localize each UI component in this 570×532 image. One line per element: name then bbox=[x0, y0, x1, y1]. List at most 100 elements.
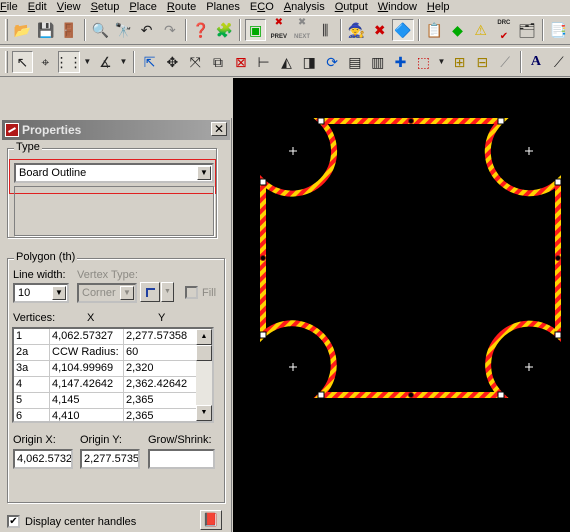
grid-dropdown-icon[interactable]: ▼ bbox=[82, 51, 93, 73]
scroll-up-icon[interactable]: ▲ bbox=[196, 329, 212, 345]
board-outline-svg[interactable] bbox=[233, 78, 570, 532]
vertex-x-cell[interactable]: 4,062.57327 bbox=[50, 329, 124, 344]
menu-item-analysis[interactable]: Analysis bbox=[284, 0, 325, 13]
exit-icon[interactable]: 🚪 bbox=[58, 19, 79, 41]
chevron-down-icon[interactable]: ▼ bbox=[52, 286, 66, 300]
fill-checkbox[interactable] bbox=[185, 286, 198, 299]
scroll-down-icon[interactable]: ▼ bbox=[196, 405, 212, 421]
save-icon[interactable]: 💾 bbox=[35, 19, 56, 41]
angle-dropdown-icon[interactable]: ▼ bbox=[118, 51, 129, 73]
midpoint-handles[interactable] bbox=[260, 118, 561, 398]
menu-item-help[interactable]: Help bbox=[427, 0, 450, 13]
copy-icon[interactable]: 📑 bbox=[548, 19, 569, 41]
type-select[interactable]: Board Outline ▼ bbox=[14, 163, 214, 183]
menu-item-file[interactable]: File bbox=[0, 0, 18, 13]
layer-display-icon[interactable]: ▣ bbox=[244, 19, 267, 41]
stretch-icon[interactable]: ⤧ bbox=[185, 51, 206, 73]
crossing-icon[interactable]: ✖ bbox=[369, 19, 390, 41]
toolbar-grip[interactable] bbox=[5, 51, 8, 73]
zoom-box-icon[interactable]: ⬚ bbox=[413, 51, 434, 73]
vertex-y-cell[interactable]: 2,277.57358 bbox=[124, 329, 198, 344]
vertex-y-cell[interactable]: 2,365 bbox=[124, 409, 198, 421]
undo-icon[interactable]: ↶ bbox=[136, 19, 157, 41]
select-vertex-icon[interactable]: ⌖ bbox=[35, 51, 56, 73]
menu-item-route[interactable]: Route bbox=[167, 0, 196, 13]
group-icon[interactable]: ⧉ bbox=[208, 51, 229, 73]
vertex-id-cell[interactable]: 3a bbox=[14, 361, 50, 376]
table-row[interactable]: 6 4,410 2,365 bbox=[14, 409, 212, 421]
table-row[interactable]: 5 4,145 2,365 bbox=[14, 393, 212, 409]
fanout-icon[interactable]: ⫼ bbox=[315, 19, 336, 41]
open-folder-icon[interactable]: 📂 bbox=[12, 19, 33, 41]
vertex-id-cell[interactable]: 6 bbox=[14, 409, 50, 421]
angle-icon[interactable]: ∡ bbox=[95, 51, 116, 73]
text-icon[interactable]: A bbox=[526, 51, 547, 73]
vertex-x-cell[interactable]: 4,410 bbox=[50, 409, 124, 421]
vertex-type-select[interactable]: Corner ▼ bbox=[77, 283, 137, 303]
redo-icon[interactable]: ↷ bbox=[159, 19, 180, 41]
vertex-x-cell[interactable]: 4,145 bbox=[50, 393, 124, 408]
properties-titlebar[interactable]: Properties ✕ bbox=[2, 120, 230, 140]
toolbar-grip[interactable] bbox=[5, 19, 8, 41]
vertex-handles[interactable] bbox=[259, 117, 562, 399]
find-icon[interactable]: 🔭 bbox=[113, 19, 134, 41]
grow-shrink-field[interactable] bbox=[148, 449, 215, 469]
prev-view-button[interactable]: ✖ PREV bbox=[268, 17, 289, 41]
print-preview-icon[interactable]: 🔍 bbox=[90, 19, 111, 41]
corner-shape-dropdown[interactable]: ▼ bbox=[161, 282, 174, 302]
grid-icon[interactable]: ⋮⋮ bbox=[55, 51, 83, 73]
vertex-id-cell[interactable]: 4 bbox=[14, 377, 50, 392]
component-icon[interactable]: 🧩 bbox=[214, 19, 235, 41]
run-route-icon[interactable]: ◆ bbox=[447, 19, 468, 41]
menu-item-eco[interactable]: ECO bbox=[250, 0, 274, 13]
remove-icon[interactable]: ⊟ bbox=[472, 51, 493, 73]
zoom-dropdown-icon[interactable]: ▼ bbox=[436, 51, 447, 73]
line-icon[interactable]: ⟋ bbox=[548, 51, 569, 73]
vertex-y-cell[interactable]: 2,362.42642 bbox=[124, 377, 198, 392]
layer-stack-icon[interactable]: ▤ bbox=[344, 51, 365, 73]
origin-y-field[interactable]: 2,277.5735 bbox=[80, 449, 140, 469]
origin-x-field[interactable]: 4,062.5732 bbox=[13, 449, 73, 469]
delete-vertex-icon[interactable]: ⊠ bbox=[230, 51, 251, 73]
properties-query-icon[interactable]: ❓ bbox=[191, 19, 212, 41]
mirror-icon[interactable]: ◭ bbox=[276, 51, 297, 73]
menu-item-place[interactable]: Place bbox=[129, 0, 157, 13]
flip-icon[interactable]: ◨ bbox=[299, 51, 320, 73]
vertex-x-cell[interactable]: 4,104.99969 bbox=[50, 361, 124, 376]
menu-item-output[interactable]: Output bbox=[335, 0, 368, 13]
line-width-select[interactable]: 10 ▼ bbox=[13, 283, 69, 303]
display-center-handles-checkbox[interactable]: ✔ bbox=[7, 515, 20, 528]
vertex-id-cell[interactable]: 2a bbox=[14, 345, 50, 360]
move-icon[interactable]: ⇱ bbox=[139, 51, 160, 73]
design-view-icon[interactable]: 🔷 bbox=[392, 19, 414, 41]
vertex-y-cell[interactable]: 2,320 bbox=[124, 361, 198, 376]
chevron-down-icon[interactable]: ▼ bbox=[197, 166, 211, 180]
move-multiple-icon[interactable]: ✥ bbox=[162, 51, 183, 73]
select-arrow-icon[interactable]: ↖ bbox=[11, 51, 33, 73]
vertex-x-cell[interactable]: CCW Radius: bbox=[50, 345, 124, 360]
route-icon[interactable]: ⟋ bbox=[495, 51, 516, 73]
vertices-scrollbar[interactable]: ▲ ▼ bbox=[196, 329, 212, 421]
vertex-y-cell[interactable]: 60 bbox=[124, 345, 198, 360]
help-book-button[interactable]: 📕 bbox=[200, 510, 222, 530]
vertex-id-cell[interactable]: 5 bbox=[14, 393, 50, 408]
table-row[interactable]: 1 4,062.57327 2,277.57358 bbox=[14, 329, 212, 345]
close-icon[interactable]: ✕ bbox=[211, 122, 227, 136]
vertex-id-cell[interactable]: 1 bbox=[14, 329, 50, 344]
menu-item-setup[interactable]: Setup bbox=[91, 0, 120, 13]
table-row[interactable]: 4 4,147.42642 2,362.42642 bbox=[14, 377, 212, 393]
menu-item-edit[interactable]: Edit bbox=[28, 0, 47, 13]
design-canvas[interactable] bbox=[233, 78, 570, 532]
menu-item-planes[interactable]: Planes bbox=[206, 0, 240, 13]
table-row[interactable]: 2a CCW Radius: 60 bbox=[14, 345, 212, 361]
warning-icon[interactable]: ⚠ bbox=[470, 19, 491, 41]
vertex-x-cell[interactable]: 4,147.42642 bbox=[50, 377, 124, 392]
layer-stack-2-icon[interactable]: ▥ bbox=[367, 51, 388, 73]
vertex-y-cell[interactable]: 2,365 bbox=[124, 393, 198, 408]
menu-item-view[interactable]: View bbox=[57, 0, 81, 13]
netlist-icon[interactable]: 🗂 bbox=[517, 19, 538, 41]
next-view-button[interactable]: ✖ NEXT bbox=[291, 17, 312, 41]
wizard-icon[interactable]: 🧙 bbox=[346, 19, 367, 41]
split-icon[interactable]: ⊢ bbox=[253, 51, 274, 73]
report-icon[interactable]: 📋 bbox=[424, 19, 445, 41]
